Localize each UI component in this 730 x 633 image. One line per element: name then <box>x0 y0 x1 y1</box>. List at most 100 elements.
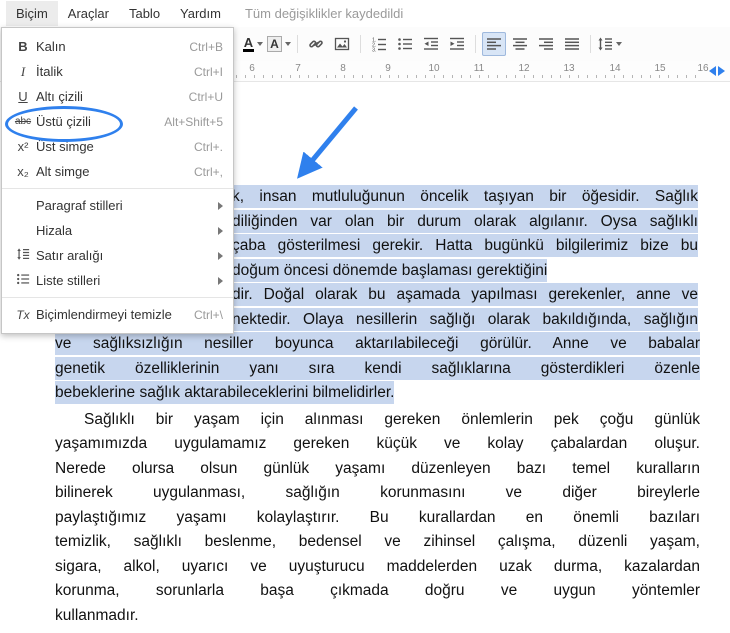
doc-line[interactable]: çaba gösterilmesi gerekir. Hatta bugünkü… <box>232 234 698 259</box>
menu-item-underline[interactable]: U Altı çizili Ctrl+U <box>2 84 233 109</box>
chevron-down-icon <box>616 42 622 46</box>
menu-tools[interactable]: Araçlar <box>58 1 119 26</box>
ruler-scroll-arrows-icon <box>709 66 725 76</box>
submenu-arrow-icon <box>218 202 223 210</box>
ruler-number: 10 <box>428 63 439 74</box>
format-dropdown-menu: B Kalın Ctrl+B I İtalik Ctrl+I U Altı çi… <box>1 27 234 334</box>
menu-item-shortcut: Ctrl+U <box>189 90 223 104</box>
toolbar-separator <box>475 35 476 53</box>
line-spacing-icon <box>597 36 613 52</box>
decrease-indent-icon <box>423 36 439 52</box>
selected-text: genetik özelliklerinin yanı sıra kendi s… <box>55 357 700 380</box>
selected-text: dir. Doğal olarak bu aşamada yapılması g… <box>232 283 698 306</box>
doc-line[interactable]: dir. Doğal olarak bu aşamada yapılması g… <box>232 283 698 308</box>
menu-item-strikethrough[interactable]: abc Üstü çizili Alt+Shift+5 <box>2 109 233 134</box>
doc-line[interactable]: diliğinden var olan bir durum olarak alg… <box>232 210 698 235</box>
doc-line[interactable]: ve sağlıksızlığın nesiller boyunca aktar… <box>55 332 700 357</box>
insert-link-icon <box>308 36 324 52</box>
doc-line[interactable]: paylaştığımız yaşamı kolaylaştırır. Bu k… <box>55 506 700 531</box>
menu-item-label: Üst simge <box>36 139 94 154</box>
selected-text: nektedir. Olaya nesillerin sağlığı olara… <box>232 308 698 331</box>
subscript-icon: x₂ <box>10 164 36 179</box>
menu-item-shortcut: Ctrl+. <box>194 140 223 154</box>
menu-item-list-styles[interactable]: Liste stilleri <box>2 268 233 293</box>
menu-separator <box>2 297 233 298</box>
menu-item-bold[interactable]: B Kalın Ctrl+B <box>2 34 233 59</box>
submenu-arrow-icon <box>218 252 223 260</box>
doc-line[interactable]: k, insan mutluluğunun öncelik taşıyan bi… <box>232 185 698 210</box>
numbered-list-button[interactable]: 1.2.3. <box>367 32 391 56</box>
menu-item-subscript[interactable]: x₂ Alt simge Ctrl+, <box>2 159 233 184</box>
underline-icon: U <box>10 89 36 104</box>
toolbar-separator <box>297 35 298 53</box>
clear-formatting-icon: Tx <box>10 308 36 322</box>
decrease-indent-button[interactable] <box>419 32 443 56</box>
insert-link-button[interactable] <box>304 32 328 56</box>
doc-line[interactable]: korunma, sorunlarla başa çıkmada doğru v… <box>55 579 700 604</box>
superscript-icon: x² <box>10 139 36 154</box>
line-spacing-icon <box>10 247 36 264</box>
ruler-number: 11 <box>474 63 484 74</box>
menu-item-shortcut: Ctrl+I <box>194 65 223 79</box>
menu-format[interactable]: Biçim <box>6 1 58 26</box>
align-left-button[interactable] <box>482 32 506 56</box>
align-justify-button[interactable] <box>560 32 584 56</box>
ruler-number: 13 <box>563 63 574 74</box>
highlight-color-icon: A <box>267 36 282 52</box>
ruler-number: 7 <box>295 63 301 74</box>
save-status: Tüm değişiklikler kaydedildi <box>245 6 403 21</box>
highlight-color-button[interactable]: A <box>267 32 291 56</box>
ruler-number: 16 <box>697 63 708 74</box>
menu-item-label: Altı çizili <box>36 89 83 104</box>
menu-table[interactable]: Tablo <box>119 1 170 26</box>
doc-line[interactable]: bebeklerine sağlık aktarabileceklerini b… <box>55 381 700 406</box>
doc-line[interactable]: Sağlıklı bir yaşam için alınması gereken… <box>55 408 700 433</box>
menu-item-paragraph-styles[interactable]: Paragraf stilleri <box>2 193 233 218</box>
doc-line[interactable]: genetik özelliklerinin yanı sıra kendi s… <box>55 357 700 382</box>
menu-item-label: Kalın <box>36 39 66 54</box>
bulleted-list-button[interactable] <box>393 32 417 56</box>
menu-item-label: Satır aralığı <box>36 248 103 263</box>
doc-line[interactable]: nektedir. Olaya nesillerin sağlığı olara… <box>232 308 698 333</box>
pointer-arrow-annotation <box>290 98 370 190</box>
selected-text: ve sağlıksızlığın nesiller boyunca aktar… <box>55 332 700 355</box>
align-center-button[interactable] <box>508 32 532 56</box>
doc-line[interactable]: sigara, alkol, uyarıcı ve uyuşturucu mad… <box>55 555 700 580</box>
menu-item-label: İtalik <box>36 64 63 79</box>
ruler-number: 9 <box>385 63 391 74</box>
doc-line[interactable]: doğum öncesi dönemde başlaması gerektiği… <box>232 259 698 284</box>
text-color-icon: A <box>243 36 254 52</box>
doc-line[interactable]: bilinerek uygulanması, sağlığın korunmas… <box>55 481 700 506</box>
toolbar-separator <box>360 35 361 53</box>
selected-text: bebeklerine sağlık aktarabileceklerini b… <box>55 381 394 404</box>
bold-icon: B <box>10 39 36 54</box>
submenu-arrow-icon <box>218 277 223 285</box>
menu-item-shortcut: Ctrl+, <box>194 165 223 179</box>
doc-line[interactable]: kullanmadır. <box>55 604 700 629</box>
doc-line[interactable]: Nerede olursa olsun günlük yaşamı düzenl… <box>55 457 700 482</box>
menu-item-label: Biçimlendirmeyi temizle <box>36 307 172 322</box>
insert-image-button[interactable] <box>330 32 354 56</box>
doc-line[interactable]: yaşamımızda uygulamamız gereken küçük ve… <box>55 432 700 457</box>
chevron-down-icon <box>257 42 263 46</box>
increase-indent-button[interactable] <box>445 32 469 56</box>
increase-indent-icon <box>449 36 465 52</box>
menu-item-italic[interactable]: I İtalik Ctrl+I <box>2 59 233 84</box>
align-justify-icon <box>564 36 580 52</box>
svg-text:3.: 3. <box>372 48 377 53</box>
selected-text: çaba gösterilmesi gerekir. Hatta bugünkü… <box>232 234 698 257</box>
text-color-button[interactable]: A <box>241 32 265 56</box>
menu-item-align[interactable]: Hizala <box>2 218 233 243</box>
menu-help[interactable]: Yardım <box>170 1 231 26</box>
menu-item-shortcut: Ctrl+B <box>189 40 223 54</box>
insert-image-icon <box>334 36 350 52</box>
menu-item-line-spacing[interactable]: Satır aralığı <box>2 243 233 268</box>
menu-item-clear-formatting[interactable]: Tx Biçimlendirmeyi temizle Ctrl+\ <box>2 302 233 327</box>
doc-line[interactable]: temizlik, sağlıklı beslenme, bedensel ve… <box>55 530 700 555</box>
line-spacing-button[interactable] <box>597 32 622 56</box>
align-center-icon <box>512 36 528 52</box>
toolbar-separator <box>590 35 591 53</box>
selected-text: k, insan mutluluğunun öncelik taşıyan bi… <box>232 185 698 208</box>
align-right-button[interactable] <box>534 32 558 56</box>
menu-item-superscript[interactable]: x² Üst simge Ctrl+. <box>2 134 233 159</box>
